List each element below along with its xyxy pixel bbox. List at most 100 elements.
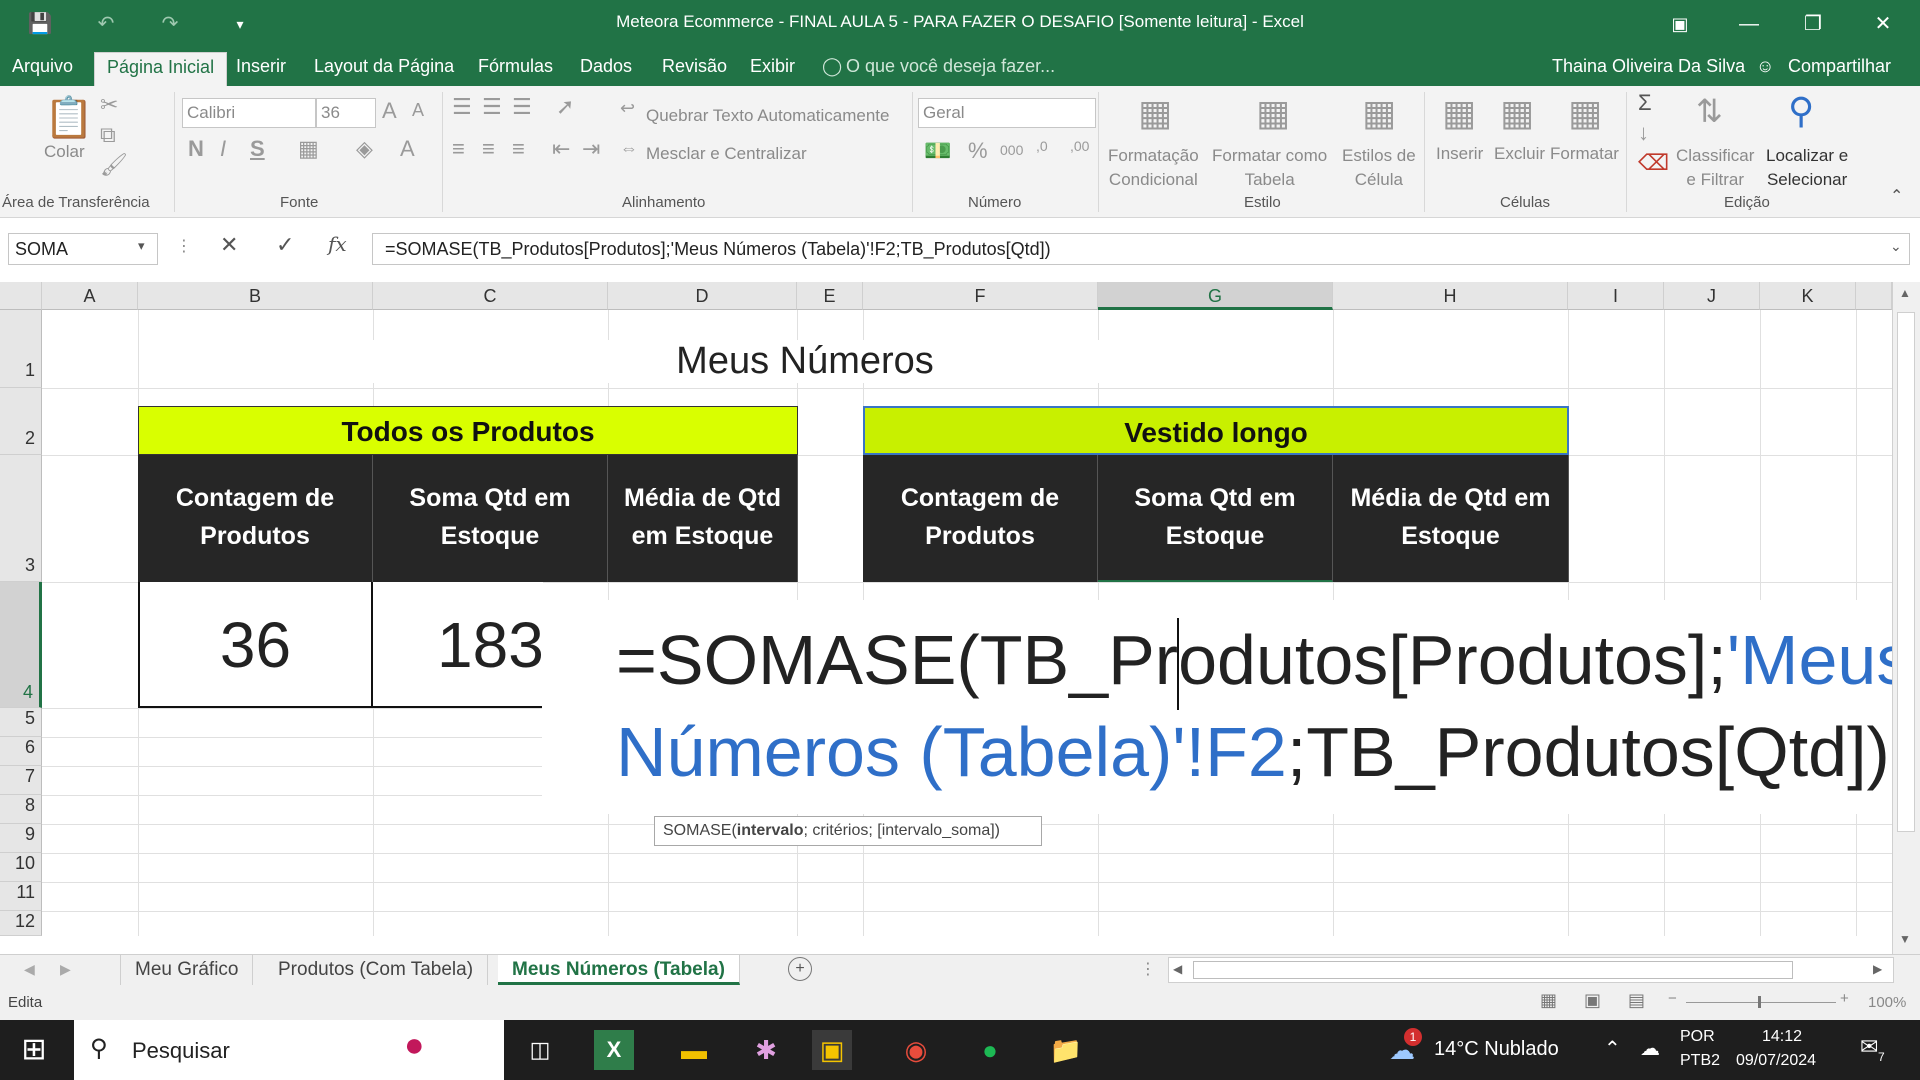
horizontal-scroll-thumb[interactable] (1193, 961, 1793, 979)
file-explorer-taskbar-icon[interactable]: 📁 (1046, 1030, 1086, 1070)
insert-function-icon[interactable]: fx (328, 232, 347, 256)
zoom-out-icon[interactable]: − (1668, 990, 1677, 1007)
align-center-icon[interactable]: ≡ (482, 136, 495, 162)
fill-icon[interactable]: ↓ (1638, 120, 1649, 146)
normal-view-icon[interactable]: ▦ (1540, 990, 1557, 1011)
autosum-icon[interactable]: Σ (1638, 90, 1652, 116)
sort-filter-button[interactable]: Classificar e Filtrar (1676, 144, 1754, 192)
wrap-text-button[interactable]: Quebrar Texto Automaticamente (646, 106, 890, 126)
slack-taskbar-icon[interactable]: ✱ (746, 1030, 786, 1070)
col-header-e[interactable]: E (797, 282, 863, 310)
tab-split-icon[interactable]: ⋮ (1140, 959, 1156, 979)
col-header-f[interactable]: F (863, 282, 1098, 310)
sheet-tab-meus-numeros[interactable]: Meus Números (Tabela) (498, 955, 740, 985)
add-sheet-icon[interactable]: + (788, 957, 812, 981)
increase-decimal-icon[interactable]: ,0 (1036, 138, 1048, 154)
delete-cells-icon[interactable]: ▦ (1500, 92, 1534, 134)
collapse-ribbon-icon[interactable]: ⌃ (1890, 186, 1903, 206)
shrink-font-icon[interactable]: A (412, 100, 424, 121)
name-box[interactable]: SOMA (8, 233, 158, 265)
format-cells-icon[interactable]: ▦ (1568, 92, 1602, 134)
tooltip-rest[interactable]: ; critérios; [intervalo_soma]) (803, 822, 1000, 839)
sheet-tab-meu-grafico[interactable]: Meu Gráfico (120, 955, 254, 985)
zoom-level[interactable]: 100% (1868, 994, 1906, 1011)
tab-arquivo[interactable]: Arquivo (12, 56, 73, 77)
tooltip-arg-bold[interactable]: intervalo (737, 822, 804, 839)
currency-icon[interactable]: 💵 (924, 138, 951, 164)
tab-formulas[interactable]: Fórmulas (478, 56, 553, 77)
align-bottom-icon[interactable]: ☰ (512, 94, 532, 120)
conditional-format-button[interactable]: Formatação Condicional (1108, 144, 1199, 192)
row-header-6[interactable]: 6 (0, 737, 42, 766)
col-header-j[interactable]: J (1664, 282, 1760, 310)
row-header-4[interactable]: 4 (0, 582, 42, 708)
col-header-k[interactable]: K (1760, 282, 1856, 310)
language-bottom[interactable]: PTB2 (1680, 1052, 1720, 1070)
chrome-taskbar-icon[interactable]: ◉ (896, 1030, 936, 1070)
right-col-count[interactable]: Contagem de Produtos (863, 455, 1098, 582)
cell-styles-button[interactable]: Estilos de Célula (1342, 144, 1416, 192)
tell-me-box[interactable]: O que você deseja fazer... (846, 56, 1055, 77)
cancel-icon[interactable]: ✕ (220, 232, 238, 258)
col-header-c[interactable]: C (373, 282, 608, 310)
sort-filter-icon[interactable]: ⇅ (1696, 92, 1723, 130)
weather-text[interactable]: 14°C Nublado (1434, 1038, 1559, 1061)
prev-sheet-icon[interactable]: ◀ (24, 961, 35, 978)
page-break-view-icon[interactable]: ▤ (1628, 990, 1645, 1011)
format-cells-button[interactable]: Formatar (1550, 144, 1619, 164)
border-icon[interactable]: ▦ (298, 136, 319, 162)
decrease-decimal-icon[interactable]: ,00 (1070, 138, 1089, 154)
name-box-dropdown-icon[interactable]: ▾ (138, 238, 145, 254)
row-header-11[interactable]: 11 (0, 882, 42, 911)
format-as-table-button[interactable]: Formatar como Tabela (1212, 144, 1327, 192)
task-view-icon[interactable]: ◫ (520, 1030, 560, 1070)
col-header-g[interactable]: G (1098, 282, 1333, 310)
minimize-icon[interactable]: — (1726, 6, 1772, 42)
sticky-notes-taskbar-icon[interactable]: ▣ (812, 1030, 852, 1070)
percent-icon[interactable]: % (968, 138, 988, 164)
left-col-avg[interactable]: Média de Qtd em Estoque (608, 455, 798, 582)
powerbi-taskbar-icon[interactable]: ▬ (674, 1030, 714, 1070)
left-table-header[interactable]: Todos os Produtos (138, 406, 798, 455)
enter-icon[interactable]: ✓ (276, 232, 294, 258)
find-select-button[interactable]: Localizar e Selecionar (1766, 144, 1848, 192)
tab-inserir[interactable]: Inserir (236, 56, 286, 77)
col-header-b[interactable]: B (138, 282, 373, 310)
excel-taskbar-icon[interactable]: X (594, 1030, 634, 1070)
scroll-right-icon[interactable]: ▶ (1873, 962, 1882, 976)
tooltip-fn[interactable]: SOMASE( (663, 822, 737, 839)
decrease-indent-icon[interactable]: ⇤ (552, 136, 570, 162)
share-button[interactable]: Compartilhar (1788, 56, 1891, 77)
right-col-avg[interactable]: Média de Qtd em Estoque (1333, 455, 1569, 582)
clock-date[interactable]: 09/07/2024 (1736, 1052, 1816, 1070)
merge-center-button[interactable]: Mesclar e Centralizar (646, 144, 807, 164)
italic-icon[interactable]: I (220, 136, 226, 162)
in-cell-formula-editor[interactable]: =SOMASE(TB_Produtos[Produtos];'Meus Núme… (542, 600, 1911, 814)
row-header-12[interactable]: 12 (0, 911, 42, 936)
clock-time[interactable]: 14:12 (1762, 1028, 1802, 1046)
format-table-icon[interactable]: ▦ (1256, 92, 1290, 134)
align-middle-icon[interactable]: ☰ (482, 94, 502, 120)
restore-icon[interactable]: ❐ (1790, 6, 1836, 42)
close-icon[interactable]: ✕ (1860, 6, 1906, 42)
insert-cells-icon[interactable]: ▦ (1442, 92, 1476, 134)
underline-icon[interactable]: S (250, 136, 265, 162)
network-icon[interactable]: ☁ (1640, 1036, 1660, 1061)
fill-color-icon[interactable]: ◈ (356, 136, 373, 162)
row-header-9[interactable]: 9 (0, 824, 42, 853)
row-header-2[interactable]: 2 (0, 388, 42, 455)
taskbar-search-box[interactable]: ⚲ Pesquisar ● (74, 1020, 504, 1080)
windows-start-icon[interactable]: ⊞ (14, 1030, 54, 1070)
bold-icon[interactable]: N (188, 136, 204, 162)
tab-layout[interactable]: Layout da Página (314, 56, 454, 77)
align-right-icon[interactable]: ≡ (512, 136, 525, 162)
copy-icon[interactable]: ⧉ (100, 122, 116, 148)
tab-pagina-inicial[interactable]: Página Inicial (94, 52, 228, 86)
expand-formula-icon[interactable]: ⌄ (1890, 238, 1902, 255)
number-format-combo[interactable]: Geral (918, 98, 1096, 128)
thousands-icon[interactable]: 000 (1000, 142, 1023, 158)
left-col-count[interactable]: Contagem de Produtos (138, 455, 373, 582)
zoom-slider-thumb[interactable] (1758, 996, 1761, 1008)
formula-input[interactable]: =SOMASE(TB_Produtos[Produtos];'Meus Núme… (372, 233, 1910, 265)
font-color-icon[interactable]: A (400, 136, 415, 162)
